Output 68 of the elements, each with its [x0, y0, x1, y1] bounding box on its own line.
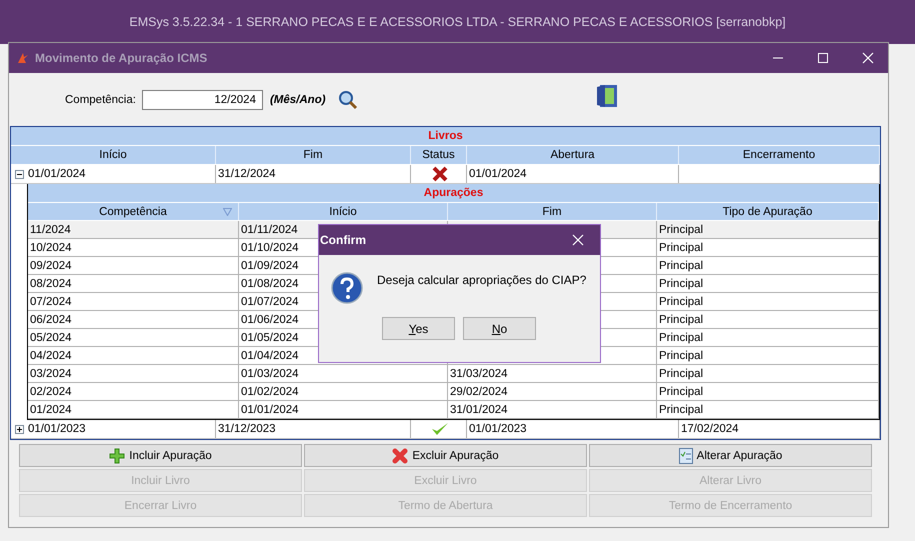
- table-cell: Principal: [657, 329, 879, 346]
- checklist-icon: [678, 448, 693, 464]
- action-button[interactable]: Incluir Apuração: [19, 444, 302, 467]
- table-cell: Principal: [657, 383, 879, 400]
- table-cell: 01/03/2024: [239, 365, 448, 382]
- plus-icon: [109, 448, 126, 464]
- start-date: 01/01/2024: [28, 168, 86, 180]
- search-icon[interactable]: [338, 90, 358, 110]
- table-cell: Principal: [657, 257, 879, 274]
- table-cell: Principal: [657, 239, 879, 256]
- table-cell: 31/03/2024: [448, 365, 657, 382]
- table-cell: 01/2024: [28, 401, 239, 418]
- table-cell: 08/2024: [28, 275, 239, 292]
- table-cell: 04/2024: [28, 347, 239, 364]
- format-hint: (Mês/Ano): [270, 94, 326, 106]
- table-cell: Principal: [657, 275, 879, 292]
- table-cell: 11/2024: [28, 221, 239, 238]
- action-button[interactable]: Excluir Apuração: [304, 444, 587, 467]
- dialog-button[interactable]: No: [463, 317, 536, 340]
- app-title: EMSys 3.5.22.34 - 1 SERRANO PECAS E E ACESSORIOS LTDA - SERRANO PECAS E ACESSORIOS [serranobkp]: [129, 15, 786, 29]
- door-icon[interactable]: [596, 84, 618, 108]
- grid-title: Livros: [11, 127, 880, 146]
- cross-icon: [392, 448, 408, 464]
- dialog-button[interactable]: Yes: [382, 317, 455, 340]
- logo-icon: [17, 52, 29, 64]
- table-cell: Principal: [657, 347, 879, 364]
- action-button[interactable]: Alterar Apuração: [589, 444, 872, 467]
- table-cell: 29/02/2024: [448, 383, 657, 400]
- table-cell: Principal: [657, 401, 879, 418]
- expand-toggle-icon[interactable]: [15, 170, 24, 178]
- table-cell: Principal: [657, 293, 879, 310]
- table-cell: 09/2024: [28, 257, 239, 274]
- competencia-field[interactable]: 12/2024: [142, 90, 263, 110]
- table-cell: Principal: [657, 221, 879, 238]
- table-cell: 10/2024: [28, 239, 239, 256]
- column-header[interactable]: Abertura: [467, 146, 679, 164]
- table-cell: 01/02/2024: [239, 383, 448, 400]
- column-header[interactable]: Fim: [216, 146, 411, 164]
- expand-toggle-icon[interactable]: [15, 424, 24, 434]
- table-cell: 01/01/2023: [467, 420, 679, 438]
- table-cell: 01/01/2024: [467, 165, 679, 183]
- table-cell: 31/12/2024: [216, 165, 411, 183]
- maximize-icon[interactable]: [817, 52, 829, 64]
- question-icon: [331, 272, 363, 304]
- column-header[interactable]: Início: [11, 146, 216, 164]
- table-cell: 05/2024: [28, 329, 239, 346]
- window-title: Movimento de Apuração ICMS: [35, 51, 208, 65]
- table-cell: 06/2024: [28, 311, 239, 328]
- competencia-label: Competência:: [65, 94, 136, 106]
- grid-title: Apurações: [28, 184, 879, 203]
- table-cell: 03/2024: [28, 365, 239, 382]
- table-cell: 17/02/2024: [679, 420, 880, 438]
- column-header[interactable]: Status: [411, 146, 467, 164]
- table-cell: 07/2024: [28, 293, 239, 310]
- start-date: 01/01/2023: [28, 423, 86, 435]
- column-header[interactable]: Encerramento: [679, 146, 880, 164]
- column-header[interactable]: Fim: [448, 203, 657, 220]
- table-cell: 01/01/2024: [239, 401, 448, 418]
- close-icon[interactable]: [862, 52, 874, 64]
- table-cell: Principal: [657, 311, 879, 328]
- column-header[interactable]: Início: [239, 203, 448, 220]
- close-icon[interactable]: [572, 234, 584, 246]
- column-header[interactable]: Tipo de Apuração: [657, 203, 879, 220]
- column-header[interactable]: Competência: [28, 203, 239, 220]
- table-cell: 02/2024: [28, 383, 239, 400]
- table-cell: 31/12/2023: [216, 420, 411, 438]
- table-cell: 31/01/2024: [448, 401, 657, 418]
- table-cell: Principal: [657, 365, 879, 382]
